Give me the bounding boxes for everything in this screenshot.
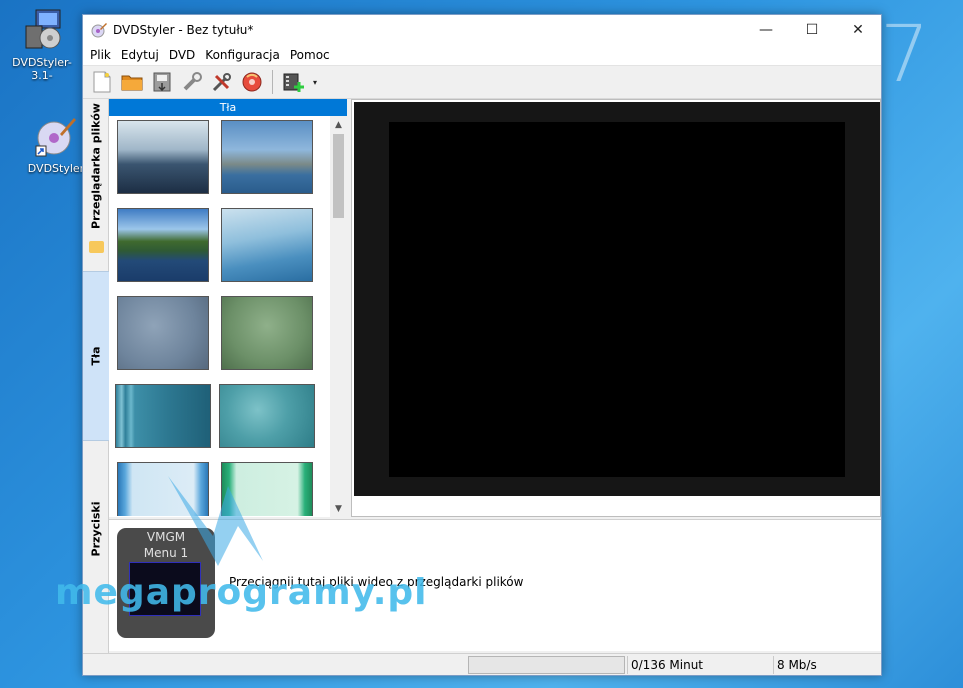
maximize-button[interactable]: ☐ bbox=[789, 15, 835, 45]
folder-icon bbox=[89, 241, 104, 253]
menu-preview bbox=[351, 99, 881, 517]
background-thumbnail[interactable] bbox=[117, 296, 209, 370]
menu-plik[interactable]: Plik bbox=[85, 48, 116, 62]
tab-backgrounds[interactable]: Tła bbox=[83, 271, 109, 441]
menu-bar: Plik Edytuj DVD Konfiguracja Pomoc bbox=[83, 45, 881, 65]
chevron-down-icon: ▾ bbox=[312, 77, 317, 87]
dvdstyler-shortcut-icon bbox=[34, 114, 78, 158]
background-thumbnail[interactable] bbox=[117, 208, 209, 282]
settings-button[interactable] bbox=[177, 68, 207, 96]
tab-file-browser-label: Przeglądarka plików bbox=[89, 103, 103, 229]
backgrounds-header: Tła bbox=[109, 99, 347, 116]
installer-icon bbox=[20, 8, 64, 52]
tools-icon bbox=[212, 73, 231, 92]
desktop-icon-label: DVDStyler-3.1- bbox=[12, 56, 72, 82]
scroll-down-icon[interactable]: ▼ bbox=[330, 500, 347, 517]
background-thumbnail[interactable] bbox=[221, 120, 313, 194]
new-project-button[interactable] bbox=[87, 68, 117, 96]
scroll-up-icon[interactable]: ▲ bbox=[330, 116, 347, 133]
save-button[interactable] bbox=[147, 68, 177, 96]
watermark-text: megaprogramy.pl bbox=[55, 572, 428, 613]
desktop-digit: 7 bbox=[880, 10, 930, 100]
preview-canvas[interactable] bbox=[354, 102, 880, 496]
minimize-button[interactable]: — bbox=[743, 15, 789, 45]
toolbar: ▾ bbox=[83, 65, 881, 99]
burn-button[interactable] bbox=[237, 68, 267, 96]
new-project-icon bbox=[93, 71, 111, 93]
maximize-icon: ☐ bbox=[805, 22, 819, 38]
backgrounds-scrollbar[interactable]: ▲ ▼ bbox=[330, 116, 347, 517]
background-thumbnail[interactable] bbox=[221, 296, 313, 370]
tab-file-browser[interactable]: Przeglądarka plików bbox=[83, 99, 109, 233]
menu-konfiguracja[interactable]: Konfiguracja bbox=[200, 48, 285, 62]
side-tabs: Przeglądarka plików Tła Przyciski bbox=[83, 99, 109, 653]
menu-dvd[interactable]: DVD bbox=[164, 48, 200, 62]
open-button[interactable] bbox=[117, 68, 147, 96]
window-title: DVDStyler - Bez tytułu* bbox=[113, 23, 254, 37]
minimize-icon: — bbox=[759, 22, 773, 38]
status-bitrate: 8 Mb/s bbox=[777, 658, 817, 672]
close-icon: ✕ bbox=[852, 22, 864, 38]
toolbar-separator bbox=[272, 70, 273, 94]
background-thumbnail[interactable] bbox=[219, 384, 315, 448]
tab-buttons-label: Przyciski bbox=[89, 501, 103, 557]
scroll-thumb[interactable] bbox=[333, 134, 344, 218]
disc-usage-bar bbox=[468, 656, 625, 674]
close-button[interactable]: ✕ bbox=[835, 15, 881, 45]
settings-icon bbox=[183, 72, 202, 91]
status-separator bbox=[627, 656, 628, 674]
tools-button[interactable] bbox=[207, 68, 237, 96]
menu-area[interactable] bbox=[389, 122, 845, 477]
add-video-dropdown[interactable]: ▾ bbox=[308, 68, 322, 96]
backgrounds-panel: Tła ▲ ▼ bbox=[109, 99, 347, 517]
status-separator bbox=[773, 656, 774, 674]
save-icon bbox=[153, 72, 171, 92]
background-thumbnail[interactable] bbox=[115, 384, 211, 448]
background-thumbnail[interactable] bbox=[117, 120, 209, 194]
tab-buttons[interactable]: Przyciski bbox=[83, 479, 109, 579]
add-video-icon bbox=[283, 73, 304, 92]
menu-pomoc[interactable]: Pomoc bbox=[285, 48, 335, 62]
status-minutes: 0/136 Minut bbox=[631, 658, 703, 672]
background-thumbnail[interactable] bbox=[221, 208, 313, 282]
backgrounds-grid bbox=[109, 116, 331, 516]
desktop-icon-installer[interactable]: DVDStyler-3.1- bbox=[2, 8, 82, 82]
title-bar[interactable]: DVDStyler - Bez tytułu* — ☐ ✕ bbox=[83, 15, 881, 45]
burn-disc-icon bbox=[242, 72, 262, 92]
app-icon bbox=[91, 23, 107, 38]
open-folder-icon bbox=[121, 75, 143, 91]
tab-backgrounds-label: Tła bbox=[89, 346, 103, 366]
menu-edytuj[interactable]: Edytuj bbox=[116, 48, 164, 62]
status-bar: 0/136 Minut 8 Mb/s bbox=[83, 653, 881, 675]
add-video-button[interactable] bbox=[278, 68, 308, 96]
watermark-logo bbox=[168, 476, 263, 566]
